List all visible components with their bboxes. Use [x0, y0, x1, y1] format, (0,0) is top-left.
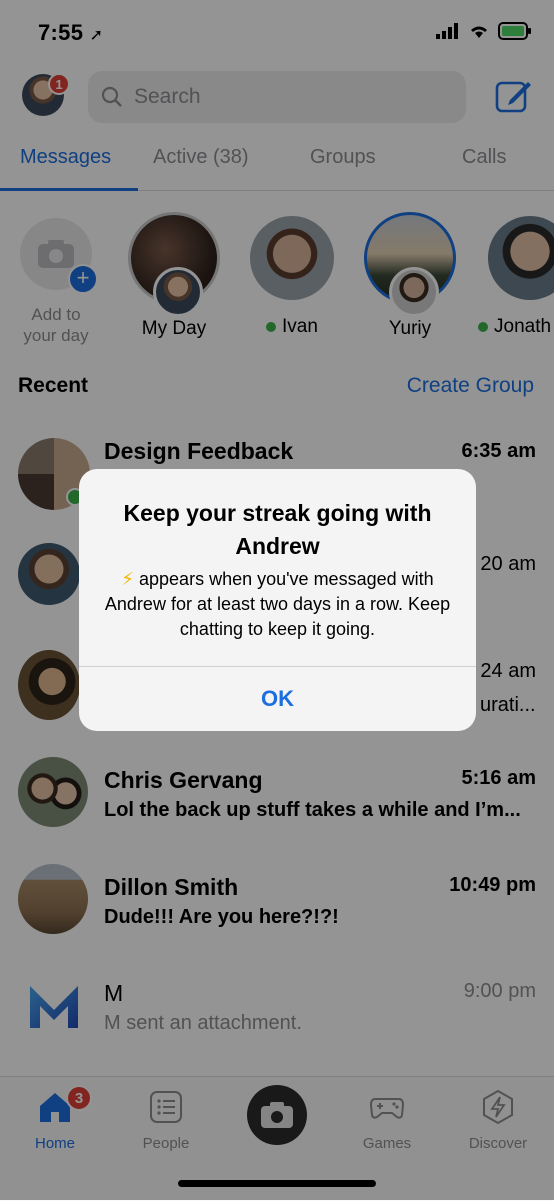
dialog-message: ⚡ appears when you've messaged with Andr… — [101, 567, 454, 642]
dialog-title: Keep your streak going with Andrew — [123, 500, 432, 559]
streak-alert-dialog: Keep your streak going with Andrew ⚡ app… — [79, 469, 476, 731]
dialog-message-text: appears when you've messaged with Andrew… — [104, 569, 451, 639]
ok-button[interactable]: OK — [79, 667, 476, 731]
home-indicator[interactable] — [178, 1180, 376, 1187]
lightning-bolt-icon: ⚡ — [121, 569, 134, 589]
